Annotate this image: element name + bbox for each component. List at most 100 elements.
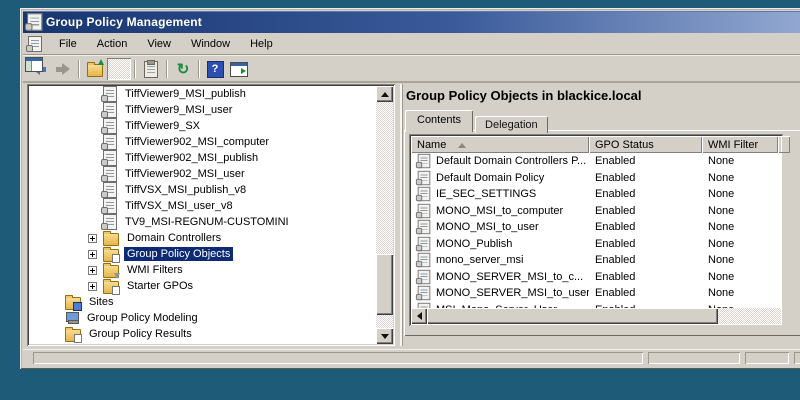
column-header-gpo-status[interactable]: GPO Status [589,136,702,153]
help-icon: ? [207,61,224,78]
gpo-icon [418,286,431,300]
column-header-wmi-filter[interactable]: WMI Filter [702,136,778,153]
table-row[interactable]: IE_SEC_SETTINGS Enabled None [411,186,781,203]
column-header-label: Name [417,139,446,151]
gpo-link-icon [103,86,117,102]
menu-help[interactable]: Help [241,35,282,53]
tree-item-label: TiffViewer9_MSI_publish [122,87,249,101]
wmi-filter: None [702,287,778,299]
menu-view[interactable]: View [138,35,180,53]
tree-item-gpo-link[interactable]: TiffViewer902_MSI_computer [29,134,376,150]
table-row[interactable]: MONO_SERVER_MSI_to_user Enabled None [411,285,781,302]
tree-item-group-policy-modeling[interactable]: Group Policy Modeling [29,310,376,326]
gpo-name: IE_SEC_SETTINGS [436,188,536,200]
menu-window[interactable]: Window [182,35,239,53]
tree-item-label: Sites [86,295,116,309]
expand-icon[interactable] [88,266,97,275]
tree-item-gpo-link[interactable]: TiffViewer9_MSI_publish [29,86,376,102]
tree-vertical-scrollbar[interactable] [376,86,393,344]
forward-button[interactable] [51,58,75,80]
window-title: Group Policy Management [46,15,202,29]
tab-delegation[interactable]: Delegation [475,116,548,133]
scroll-up-button[interactable] [376,86,393,102]
tree-item-gpo-link[interactable]: TiffViewer9_SX [29,118,376,134]
help-button[interactable]: ? [203,58,227,80]
gpo-folder-icon [103,249,119,262]
table-row[interactable]: mono_server_msi Enabled None [411,252,781,269]
table-row[interactable]: Default Domain Policy Enabled None [411,170,781,187]
gpo-status: Enabled [589,188,702,200]
refresh-button[interactable]: ↻ [171,58,195,80]
wmi-filter: None [702,254,778,266]
gp-results-folder-icon [65,329,81,342]
triangle-down-icon [381,334,389,343]
table-row[interactable]: MONO_MSI_to_user Enabled None [411,219,781,236]
forward-icon [56,63,70,75]
table-row[interactable]: Default Domain Controllers P... Enabled … [411,153,781,170]
gpo-icon [418,253,431,267]
column-header-filler [778,136,790,153]
tree-item-domain-controllers[interactable]: Domain Controllers [29,230,376,246]
tree-item-gpo-link[interactable]: TiffViewer902_MSI_publish [29,150,376,166]
gpo-link-icon [103,118,117,134]
gpo-status: Enabled [589,172,702,184]
gpo-status: Enabled [589,254,702,266]
console-icon [28,36,42,52]
tab-contents[interactable]: Contents [405,110,473,132]
show-console-tree-button[interactable] [107,58,131,80]
clipboard-icon [144,61,158,78]
scroll-down-button[interactable] [376,328,393,344]
table-row[interactable]: MONO_SERVER_MSI_to_c... Enabled None [411,269,781,286]
table-row[interactable]: MONO_Publish Enabled None [411,236,781,253]
status-section [33,352,643,364]
gpo-link-icon [103,198,117,214]
tree-item-label: WMI Filters [124,263,186,277]
gpo-icon [418,187,431,201]
menu-action[interactable]: Action [88,35,137,53]
gpo-name: MONO_MSI_to_computer [436,205,563,217]
show-action-pane-button[interactable] [227,58,251,80]
gpo-link-icon [103,182,117,198]
tree-item-gpo-link[interactable]: TiffViewer902_MSI_user [29,166,376,182]
tree-item-wmi-filters[interactable]: WMI Filters [29,262,376,278]
tree-item-gpo-link[interactable]: TiffVSX_MSI_publish_v8 [29,182,376,198]
tree-item-group-policy-results[interactable]: Group Policy Results [29,326,376,342]
list-horizontal-scrollbar[interactable] [411,308,781,324]
scroll-thumb[interactable] [427,308,718,324]
gpo-icon [418,270,431,284]
expand-icon[interactable] [88,282,97,291]
toolbar-separator [134,60,136,78]
tree-item-gpo-link[interactable]: TV9_MSI-REGNUM-CUSTOMINI [29,214,376,230]
gpo-status: Enabled [589,221,702,233]
table-row[interactable]: MONO_MSI_to_computer Enabled None [411,203,781,220]
tree-item-group-policy-objects[interactable]: Group Policy Objects [29,246,376,262]
gpmc-app-icon [27,13,42,31]
sort-ascending-icon [458,139,466,148]
sites-folder-icon [65,297,81,310]
refresh-icon: ↻ [177,62,190,77]
tree-item-label: TiffViewer9_SX [122,119,203,133]
tree-item-gpo-link[interactable]: TiffVSX_MSI_user_v8 [29,198,376,214]
up-one-level-button[interactable] [83,58,107,80]
status-section [745,352,789,364]
gpmc-window: Group Policy Management File Action View… [20,8,800,369]
toolbar-separator [166,60,168,78]
gpo-status: Enabled [589,287,702,299]
tree-item-gpo-link[interactable]: TiffViewer9_MSI_user [29,102,376,118]
gpo-icon [418,204,431,218]
column-header-name[interactable]: Name [411,136,589,153]
scroll-thumb[interactable] [376,254,393,315]
title-bar[interactable]: Group Policy Management [23,11,800,33]
menu-file[interactable]: File [50,35,86,53]
wmi-filter: None [702,155,778,167]
tree-item-sites[interactable]: Sites [29,294,376,310]
tree-item-starter-gpos[interactable]: Starter GPOs [29,278,376,294]
status-section [794,352,800,364]
show-console-tree-icon [25,57,43,72]
expand-icon[interactable] [88,250,97,259]
column-header-label: GPO Status [595,139,654,151]
gpo-list: Name GPO Status WMI Filter De [409,134,783,326]
expand-icon[interactable] [88,234,97,243]
clipboard-button[interactable] [139,58,163,80]
scroll-left-button[interactable] [411,308,427,324]
